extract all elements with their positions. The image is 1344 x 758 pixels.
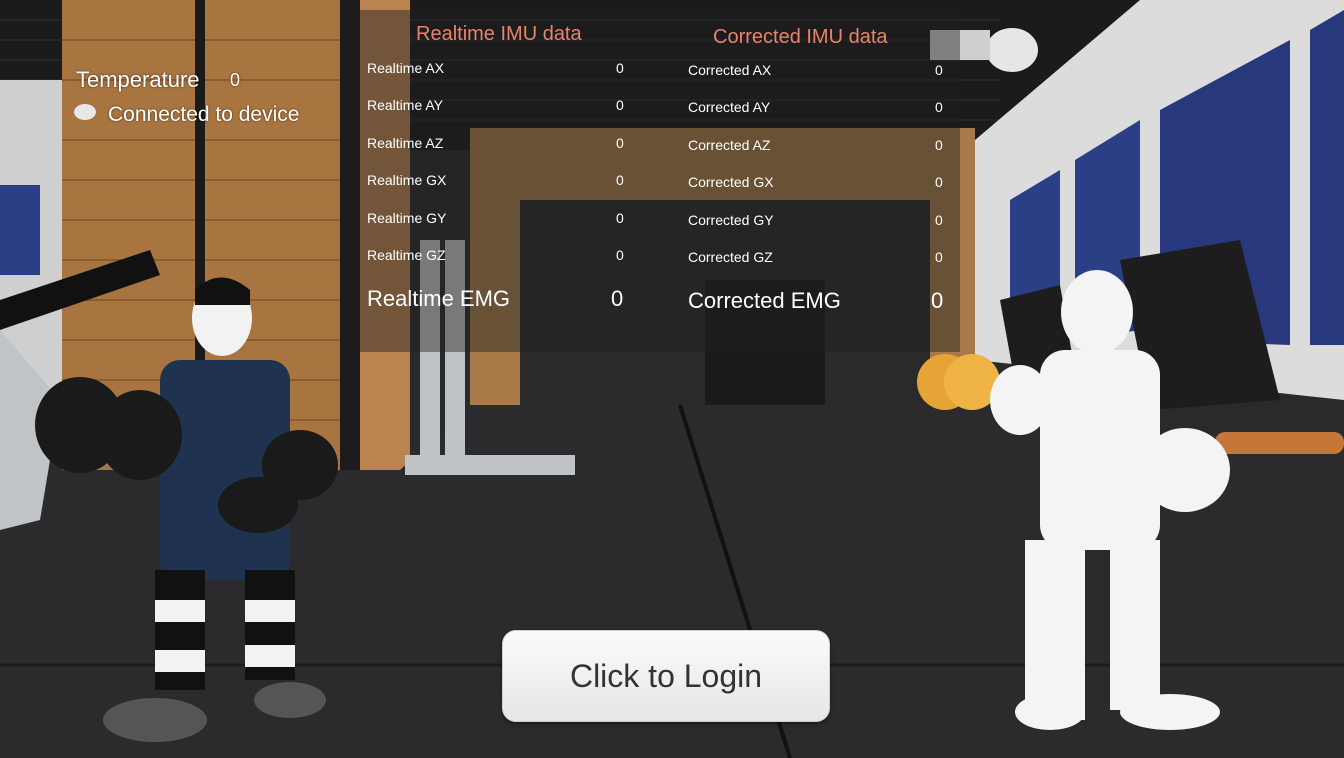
realtime-az-label: Realtime AZ xyxy=(367,135,444,151)
corrected-gx-value: 0 xyxy=(935,174,943,190)
login-button-label: Click to Login xyxy=(569,657,763,694)
realtime-emg-label: Realtime EMG xyxy=(367,286,511,311)
corrected-gy-value: 0 xyxy=(935,212,943,228)
corrected-gy-label: Corrected GY xyxy=(688,212,774,228)
connection-status-label: Connected to device xyxy=(108,103,300,126)
corrected-emg-label: Corrected EMG xyxy=(688,288,841,313)
realtime-gy-label: Realtime GY xyxy=(367,210,447,226)
realtime-emg-value: 0 xyxy=(611,286,624,311)
corrected-imu-header: Corrected IMU data xyxy=(713,26,888,48)
login-button[interactable]: Click to Login xyxy=(502,630,830,722)
temperature-label: Temperature xyxy=(76,67,200,92)
realtime-ay-label: Realtime AY xyxy=(367,97,443,113)
realtime-imu-header: Realtime IMU data xyxy=(416,23,582,45)
realtime-gz-label: Realtime GZ xyxy=(367,247,446,263)
realtime-ax-value: 0 xyxy=(616,60,624,76)
temperature-value: 0 xyxy=(230,70,241,90)
corrected-gx-label: Corrected GX xyxy=(688,174,774,190)
connection-status-icon xyxy=(74,104,96,120)
corrected-gz-value: 0 xyxy=(935,249,943,265)
realtime-az-value: 0 xyxy=(616,135,624,151)
corrected-ax-label: Corrected AX xyxy=(688,62,772,78)
realtime-gx-value: 0 xyxy=(616,172,624,188)
realtime-gz-value: 0 xyxy=(616,247,624,263)
corrected-emg-value: 0 xyxy=(931,288,944,313)
realtime-ay-value: 0 xyxy=(616,97,624,113)
corrected-az-value: 0 xyxy=(935,137,943,153)
realtime-ax-label: Realtime AX xyxy=(367,60,445,76)
realtime-gy-value: 0 xyxy=(616,210,624,226)
corrected-ax-value: 0 xyxy=(935,62,943,78)
corrected-gz-label: Corrected GZ xyxy=(688,249,773,265)
corrected-ay-label: Corrected AY xyxy=(688,99,771,115)
corrected-ay-value: 0 xyxy=(935,99,943,115)
realtime-gx-label: Realtime GX xyxy=(367,172,447,188)
corrected-az-label: Corrected AZ xyxy=(688,137,771,153)
